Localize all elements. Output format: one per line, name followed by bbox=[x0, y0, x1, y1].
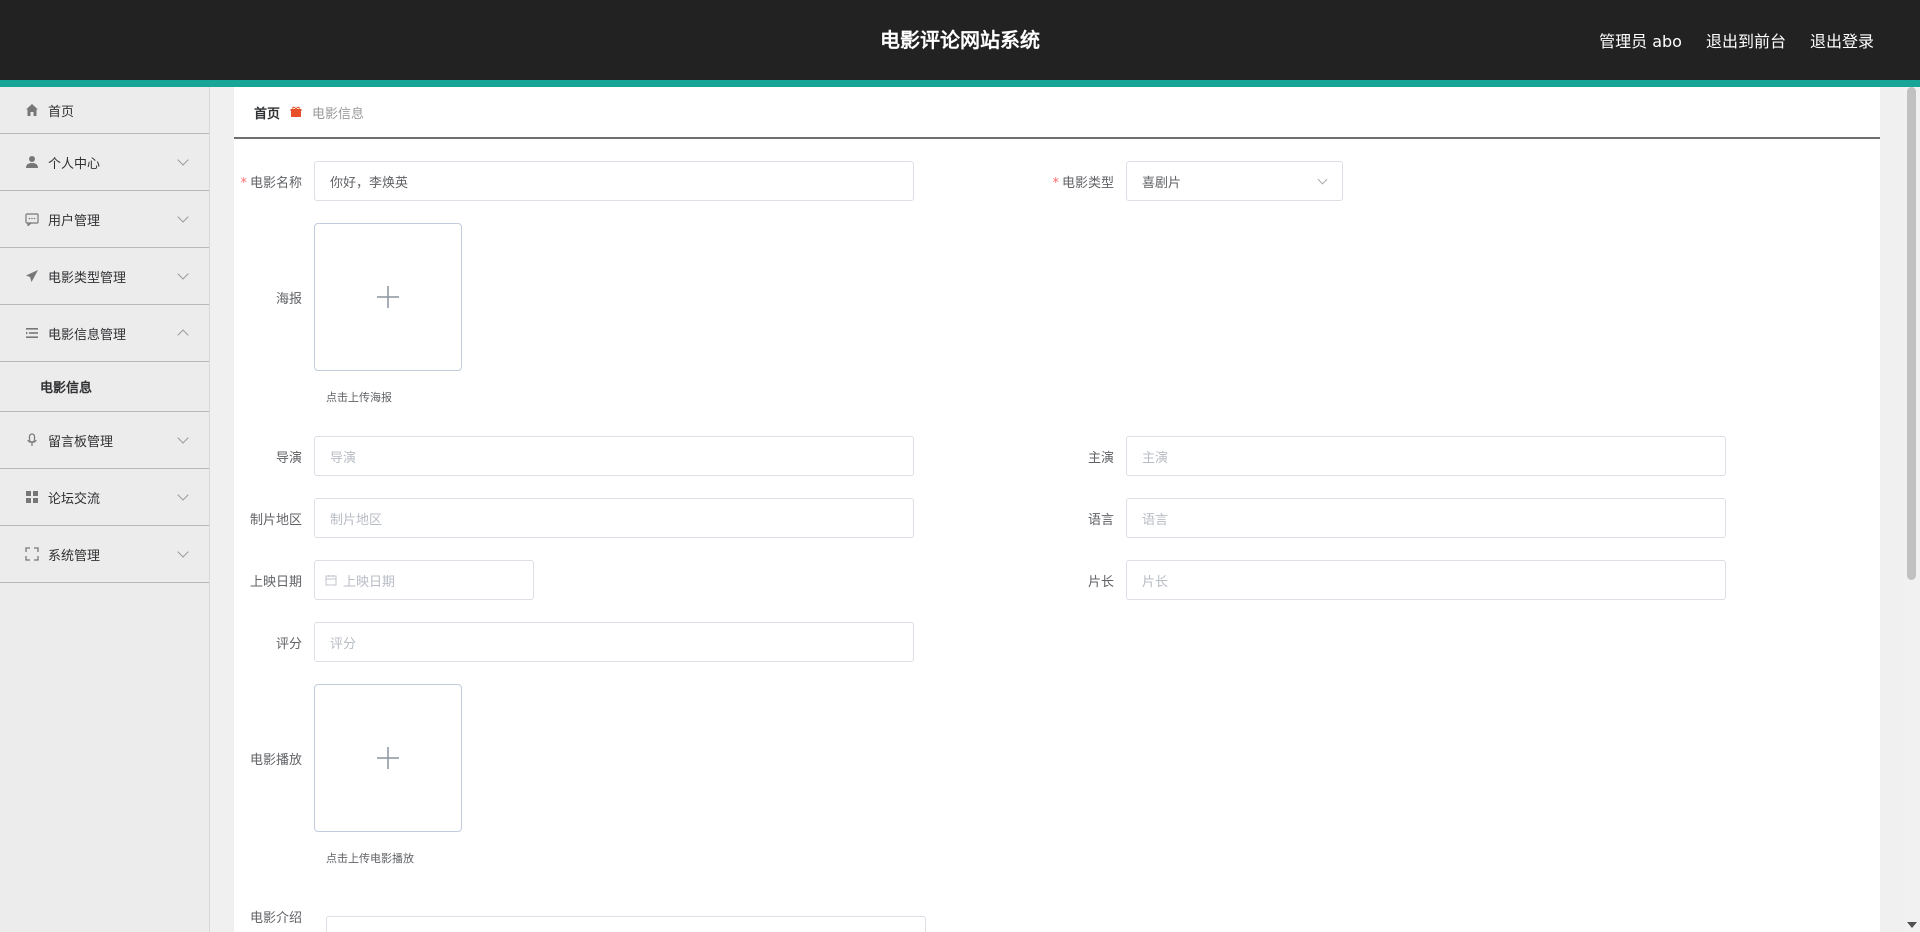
poster-label: 海报 bbox=[275, 291, 302, 307]
grid-icon bbox=[24, 489, 40, 505]
sidebar-item-label: 个人中心 bbox=[48, 156, 101, 172]
microphone-icon bbox=[24, 432, 40, 448]
date-label: 上映日期 bbox=[249, 574, 302, 590]
chevron-down-icon bbox=[177, 432, 189, 444]
director-input[interactable]: 导演 bbox=[314, 436, 914, 476]
header-actions: 管理员 abo 退出到前台 退出登录 bbox=[1599, 28, 1874, 52]
video-upload[interactable] bbox=[314, 684, 462, 832]
form-row-type: * 电影类型 喜剧片 bbox=[1046, 161, 1343, 201]
home-icon bbox=[24, 102, 40, 118]
form-row-director: 导演 导演 bbox=[234, 436, 914, 476]
scroll-down-arrow-icon[interactable] bbox=[1907, 922, 1917, 928]
page-scrollbar[interactable] bbox=[1903, 87, 1920, 932]
send-icon bbox=[24, 268, 40, 284]
poster-upload[interactable] bbox=[314, 223, 462, 371]
go-frontend-link[interactable]: 退出到前台 bbox=[1706, 28, 1786, 52]
intro-label: 电影介绍 bbox=[249, 911, 302, 926]
sidebar-item-label: 首页 bbox=[48, 104, 75, 120]
sidebar-item-home[interactable]: 首页 bbox=[0, 87, 209, 134]
breadcrumb-current: 电影信息 bbox=[312, 106, 365, 122]
length-input[interactable]: 片长 bbox=[1126, 560, 1726, 600]
sidebar-item-label: 系统管理 bbox=[48, 548, 101, 564]
list-icon bbox=[24, 325, 40, 341]
type-label: * 电影类型 bbox=[1052, 175, 1114, 191]
form-row-region: 制片地区 制片地区 bbox=[234, 498, 914, 538]
intro-editor[interactable] bbox=[326, 916, 926, 932]
movie-type-select[interactable]: 喜剧片 bbox=[1126, 161, 1343, 201]
chevron-down-icon bbox=[177, 211, 189, 223]
release-date-picker[interactable]: 上映日期 bbox=[314, 560, 534, 600]
language-input[interactable]: 语言 bbox=[1126, 498, 1726, 538]
sidebar-item-message-board[interactable]: 留言板管理 bbox=[0, 412, 209, 469]
gift-icon bbox=[290, 106, 302, 118]
form-row-video: 电影播放 bbox=[234, 684, 462, 832]
header-accent-bar bbox=[0, 80, 1920, 87]
fullscreen-icon bbox=[24, 546, 40, 562]
breadcrumb: 首页 电影信息 bbox=[234, 87, 1880, 139]
name-label: * 电影名称 bbox=[240, 175, 302, 191]
chevron-down-icon bbox=[177, 268, 189, 280]
form-row-language: 语言 语言 bbox=[1046, 498, 1726, 538]
form-row-poster: 海报 bbox=[234, 223, 462, 371]
chevron-down-icon bbox=[177, 154, 189, 166]
sidebar-item-label: 论坛交流 bbox=[48, 491, 101, 507]
scrollbar-thumb[interactable] bbox=[1907, 87, 1916, 580]
sidebar: 首页 个人中心 用户管理 电影类型管理 电影信息管理 电影信息 留言板管理 论坛… bbox=[0, 87, 210, 932]
actor-input[interactable]: 主演 bbox=[1126, 436, 1726, 476]
video-hint: 点击上传电影播放 bbox=[326, 852, 414, 865]
region-label: 制片地区 bbox=[249, 512, 302, 528]
form-row-actor: 主演 主演 bbox=[1046, 436, 1726, 476]
chevron-down-icon bbox=[1317, 174, 1328, 185]
form-row-date: 上映日期 上映日期 bbox=[234, 560, 534, 600]
sidebar-item-label: 留言板管理 bbox=[48, 434, 114, 450]
logout-link[interactable]: 退出登录 bbox=[1810, 28, 1874, 52]
video-label: 电影播放 bbox=[249, 752, 302, 768]
poster-hint: 点击上传海报 bbox=[326, 391, 392, 404]
director-label: 导演 bbox=[275, 450, 302, 466]
form-row-score: 评分 评分 bbox=[234, 622, 914, 662]
actor-label: 主演 bbox=[1087, 450, 1114, 466]
chevron-down-icon bbox=[177, 546, 189, 558]
chat-icon bbox=[24, 211, 40, 227]
sidebar-item-label: 用户管理 bbox=[48, 213, 101, 229]
sidebar-item-system[interactable]: 系统管理 bbox=[0, 526, 209, 583]
plus-icon bbox=[377, 286, 399, 308]
movie-type-value: 喜剧片 bbox=[1142, 175, 1182, 191]
user-icon bbox=[24, 154, 40, 170]
sidebar-subitem-movie-info[interactable]: 电影信息 bbox=[0, 362, 209, 412]
length-label: 片长 bbox=[1087, 574, 1114, 590]
sidebar-item-users[interactable]: 用户管理 bbox=[0, 191, 209, 248]
admin-user-label: 管理员 abo bbox=[1599, 32, 1682, 51]
top-header: 电影评论网站系统 管理员 abo 退出到前台 退出登录 bbox=[0, 0, 1920, 80]
sidebar-item-label: 电影信息管理 bbox=[48, 327, 127, 343]
score-input[interactable]: 评分 bbox=[314, 622, 914, 662]
chevron-up-icon bbox=[177, 329, 189, 341]
language-label: 语言 bbox=[1087, 512, 1114, 528]
form-row-length: 片长 片长 bbox=[1046, 560, 1726, 600]
plus-icon bbox=[377, 747, 399, 769]
sidebar-item-movie-info[interactable]: 电影信息管理 bbox=[0, 305, 209, 362]
score-label: 评分 bbox=[275, 636, 302, 652]
chevron-down-icon bbox=[177, 489, 189, 501]
sidebar-item-forum[interactable]: 论坛交流 bbox=[0, 469, 209, 526]
form-row-name: * 电影名称 你好，李焕英 bbox=[234, 161, 914, 201]
sidebar-item-movie-types[interactable]: 电影类型管理 bbox=[0, 248, 209, 305]
sidebar-item-profile[interactable]: 个人中心 bbox=[0, 134, 209, 191]
main-content: 首页 电影信息 * 电影名称 你好，李焕英 * 电影类型 喜剧片 海报 点击上传海报… bbox=[234, 87, 1880, 932]
sidebar-item-label: 电影类型管理 bbox=[48, 270, 127, 286]
region-input[interactable]: 制片地区 bbox=[314, 498, 914, 538]
calendar-icon bbox=[325, 575, 337, 586]
movie-name-input[interactable]: 你好，李焕英 bbox=[314, 161, 914, 201]
breadcrumb-home[interactable]: 首页 bbox=[254, 103, 280, 122]
date-placeholder: 上映日期 bbox=[343, 574, 396, 590]
